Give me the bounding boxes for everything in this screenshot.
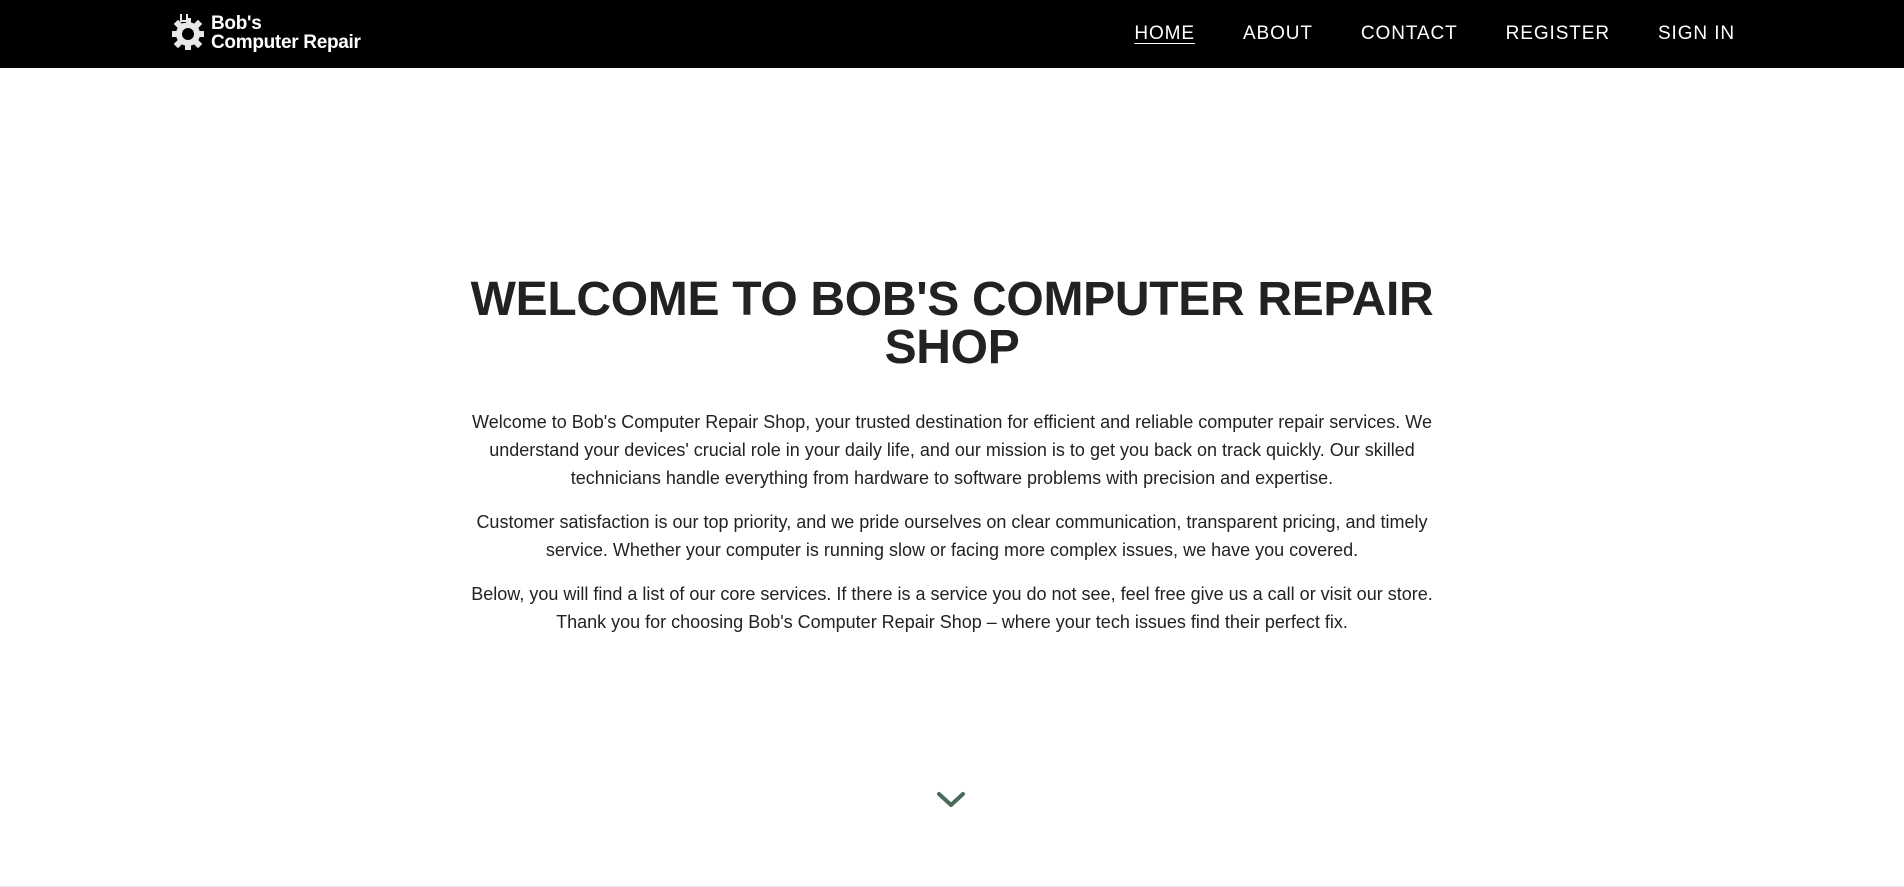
top-navbar: Bob's Computer Repair HOME ABOUT CONTACT… (0, 0, 1904, 68)
hero-section: WELCOME TO BOB'S COMPUTER REPAIR SHOP We… (0, 68, 1904, 887)
brand-name-line1: Bob's (211, 13, 262, 34)
brand-name: Bob's Computer Repair (211, 14, 361, 52)
gear-wrench-logo-icon (172, 14, 204, 50)
nav-contact-link[interactable]: CONTACT (1361, 23, 1458, 45)
nav-home-link[interactable]: HOME (1134, 23, 1195, 45)
brand-name-line2: Computer Repair (211, 32, 361, 53)
nav-about-link[interactable]: ABOUT (1243, 23, 1313, 45)
chevron-down-icon[interactable] (935, 788, 967, 812)
intro-paragraph-1: Welcome to Bob's Computer Repair Shop, y… (472, 412, 1432, 488)
intro-paragraph-3: Below, you will find a list of our core … (471, 584, 1433, 632)
nav-register-link[interactable]: REGISTER (1506, 23, 1610, 45)
main-nav: HOME ABOUT CONTACT REGISTER SIGN IN (1086, 0, 1735, 68)
brand-logo[interactable]: Bob's Computer Repair (168, 12, 361, 54)
intro-text: Welcome to Bob's Computer Repair Shop, y… (470, 408, 1434, 652)
intro-paragraph-2: Customer satisfaction is our top priorit… (476, 512, 1428, 560)
nav-sign-in-link[interactable]: SIGN IN (1658, 23, 1735, 45)
page-title: WELCOME TO BOB'S COMPUTER REPAIR SHOP (470, 273, 1434, 374)
